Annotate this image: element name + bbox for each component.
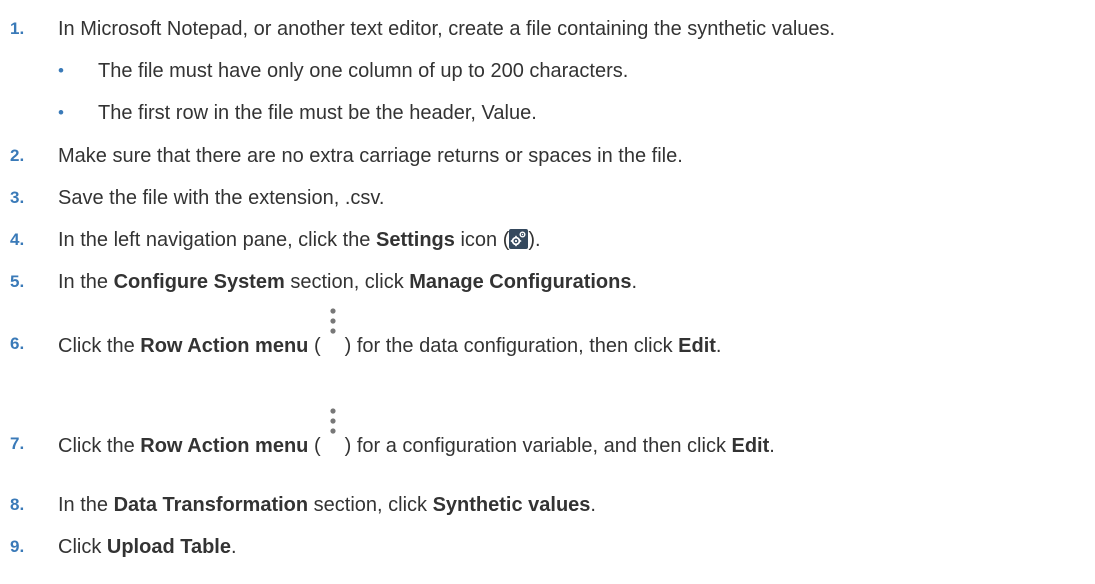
step-text: In the Data Transformation section, clic… (58, 493, 596, 517)
vertical-ellipsis-icon (321, 302, 345, 354)
step-number: 3. (10, 188, 25, 207)
step-text-mid: section, click (284, 271, 410, 293)
step-text-mid: ( (308, 435, 321, 457)
step-text: In Microsoft Notepad, or another text ed… (58, 18, 836, 40)
step-text-mid: section, click (308, 494, 433, 516)
sub-item-text: The first row in the file must be the he… (98, 102, 537, 124)
step-text-mid: ( (308, 335, 321, 357)
step-number: 6. (10, 334, 25, 353)
step-text: Save the file with the extension, .csv. (58, 187, 385, 209)
step-number: 9. (10, 537, 25, 556)
step-text-pre: In the left navigation pane, click the (58, 229, 376, 251)
step-text-pre: Click the (58, 335, 141, 357)
step-text-post: . (715, 335, 722, 357)
step-number: 8. (10, 495, 25, 514)
step-text-post: . (631, 271, 638, 293)
configure-system-label: Configure System (113, 271, 285, 293)
settings-label: Settings (375, 229, 455, 251)
bullet-icon: • (58, 61, 64, 80)
manage-configurations-label: Manage Configurations (409, 271, 632, 293)
step-text-post: ). (528, 229, 541, 251)
step-text-pre: Click the (58, 435, 141, 457)
step-text: In the left navigation pane, click the S… (58, 228, 541, 252)
step-text: Click Upload Table. (58, 535, 237, 559)
upload-table-label: Upload Table (106, 536, 231, 558)
step-text-mid: icon ( (454, 229, 510, 251)
step-text-mid2: ) for a configuration variable, and then… (344, 435, 732, 457)
step-text-mid2: ) for the data configuration, then click (344, 335, 679, 357)
step-text-post: . (769, 435, 775, 457)
step-number: 7. (10, 434, 25, 453)
edit-label: Edit (678, 335, 716, 357)
step-text: Click the Row Action menu ( ) for a confi… (58, 408, 775, 458)
step-text: In the Configure System section, click M… (58, 270, 637, 294)
vertical-ellipsis-icon (321, 402, 345, 454)
edit-label: Edit (731, 435, 770, 457)
data-transformation-label: Data Transformation (113, 494, 309, 516)
step-number: 2. (10, 146, 25, 165)
step-text-post: . (230, 536, 237, 558)
step-text-post: . (590, 494, 596, 516)
step-text-pre: In the (58, 271, 114, 293)
step-text-pre: Click (58, 536, 107, 558)
synthetic-values-label: Synthetic values (432, 494, 591, 516)
bullet-icon: • (58, 103, 64, 122)
settings-gear-icon (509, 229, 529, 249)
step-text: Make sure that there are no extra carria… (58, 145, 683, 167)
step-text-pre: In the (58, 494, 114, 516)
sub-item-text: The file must have only one column of up… (98, 60, 629, 82)
step-text: Click the Row Action menu ( ) for the dat… (58, 308, 722, 358)
step-number: 5. (10, 272, 25, 291)
step-number: 1. (10, 19, 25, 38)
step-number: 4. (10, 230, 25, 249)
row-action-menu-label: Row Action menu (140, 435, 309, 457)
row-action-menu-label: Row Action menu (140, 335, 309, 357)
